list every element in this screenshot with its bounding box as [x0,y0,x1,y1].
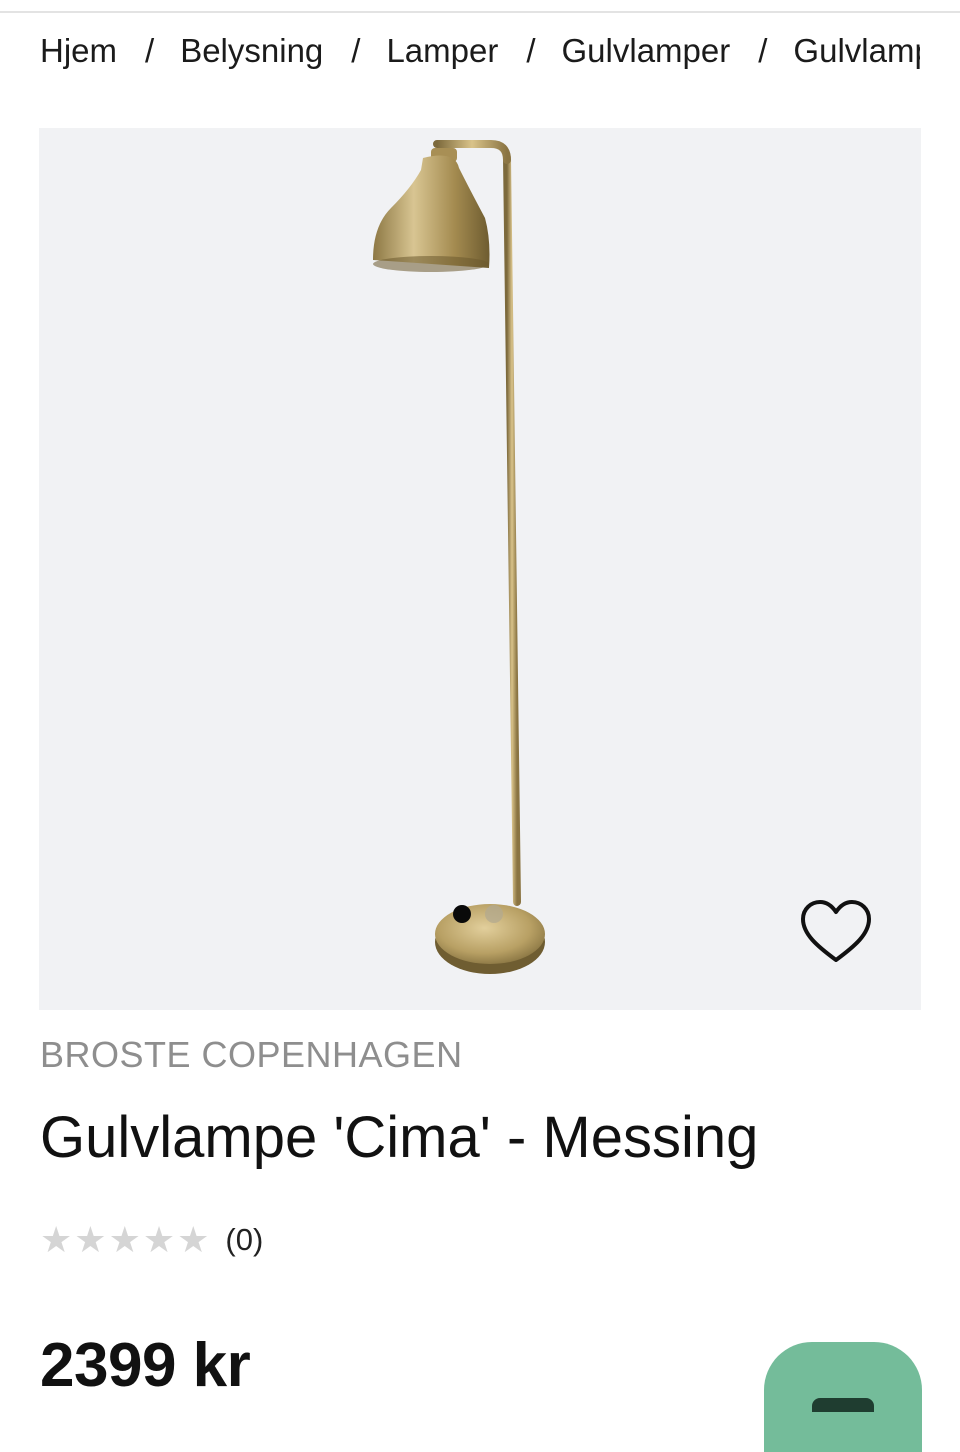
breadcrumb-separator: / [758,32,768,69]
star-icon: ★ [142,1219,176,1260]
breadcrumb-item-lighting[interactable]: Belysning [180,32,323,70]
gallery-dot-active[interactable] [453,905,471,923]
star-icon: ★ [40,1219,73,1260]
gallery-dot[interactable] [485,905,503,923]
rating-stars: ★ ★ ★ ★ ★ [40,1222,209,1258]
breadcrumb-item-current[interactable]: Gulvlampe [793,32,920,70]
cart-icon [812,1398,874,1412]
breadcrumb-separator: / [351,32,361,69]
review-count[interactable]: (0) [225,1222,263,1258]
breadcrumb: Hjem / Belysning / Lamper / Gulvlamper /… [40,28,920,74]
breadcrumb-item-lamps[interactable]: Lamper [386,32,498,70]
breadcrumb-separator: / [145,32,155,69]
top-divider [0,11,960,13]
product-rating[interactable]: ★ ★ ★ ★ ★ (0) [40,1222,263,1258]
add-to-cart-button[interactable] [764,1342,922,1452]
product-image-gallery[interactable] [39,128,921,1010]
gallery-pagination [453,905,503,923]
breadcrumb-item-home[interactable]: Hjem [40,32,117,70]
heart-outline-icon[interactable] [799,898,873,964]
product-price: 2399 kr [40,1331,251,1400]
star-icon: ★ [108,1219,141,1260]
breadcrumb-item-floor-lamps[interactable]: Gulvlamper [562,32,731,70]
breadcrumb-separator: / [526,32,536,69]
product-title: Gulvlampe 'Cima' - Messing [40,1105,759,1170]
product-image [373,140,545,974]
star-icon: ★ [74,1219,107,1260]
star-icon: ★ [177,1219,210,1260]
product-brand[interactable]: BROSTE COPENHAGEN [40,1034,463,1076]
